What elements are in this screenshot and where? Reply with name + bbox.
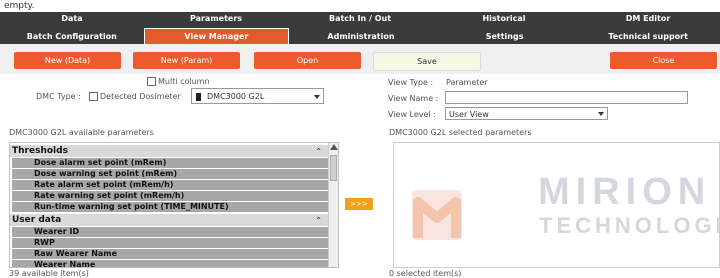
detected-dosimeter-checkbox[interactable]	[89, 92, 98, 101]
top-strip-text: empty.	[4, 1, 35, 11]
collapse-icon[interactable]: ⌃	[315, 215, 322, 227]
nav-item-dm-editor[interactable]: DM Editor	[576, 12, 720, 26]
scroll-up-icon[interactable]	[330, 144, 338, 150]
move-to-selected-button[interactable]: >>>	[345, 198, 373, 210]
close-button[interactable]: Close	[610, 52, 717, 69]
nav-item-data[interactable]: Data	[0, 12, 144, 26]
selected-count: 0 selected item(s)	[389, 269, 462, 278]
brand-tagline: TECHNOLOGIES	[539, 213, 719, 238]
view-name-label: View Name :	[388, 94, 439, 103]
list-item[interactable]: Run-time warning set point (TIME_MINUTE)	[12, 202, 332, 212]
detected-dosimeter-option[interactable]: Detected Dosimeter	[89, 92, 181, 101]
view-level-select[interactable]: User View	[445, 107, 608, 120]
group-header-user-data[interactable]: User data ⌃	[10, 214, 338, 226]
list-item[interactable]: Dose alarm set point (mRem)	[12, 158, 332, 168]
scrollbar-thumb[interactable]	[330, 155, 337, 181]
nav-item-batch-configuration[interactable]: Batch Configuration	[0, 30, 144, 44]
brand-wordmark: MIRION	[538, 171, 712, 213]
available-parameters-list[interactable]: Thresholds ⌃ Dose alarm set point (mRem)…	[9, 142, 339, 268]
available-count: 39 available item(s)	[9, 269, 89, 278]
multi-column-label: Multi column	[158, 77, 210, 86]
view-type-value: Parameter	[446, 78, 488, 87]
open-button[interactable]: Open	[254, 52, 361, 69]
dmc-type-label: DMC Type :	[36, 92, 81, 101]
nav-item-parameters[interactable]: Parameters	[144, 12, 288, 26]
nav-item-view-manager[interactable]: View Manager	[143, 27, 290, 45]
list-item[interactable]: RWP	[12, 238, 332, 248]
nav-bar-secondary: Batch Configuration View Manager Adminis…	[0, 27, 720, 45]
new-data-button[interactable]: New (Data)	[14, 52, 121, 69]
mirion-logo-icon	[412, 190, 462, 240]
available-parameters-title: DMC3000 G2L available parameters	[9, 128, 154, 137]
chevron-down-icon	[598, 112, 604, 116]
list-item[interactable]: Wearer ID	[12, 227, 332, 237]
nav-item-technical-support[interactable]: Technical support	[576, 30, 720, 44]
chevron-down-icon	[314, 95, 320, 99]
list-item[interactable]: Wearer Name	[12, 260, 332, 267]
list-item[interactable]: Dose warning set point (mRem)	[12, 169, 332, 179]
dosimeter-select[interactable]: DMC3000 G2L	[191, 88, 324, 104]
list-item[interactable]: Raw Wearer Name	[12, 249, 332, 259]
view-level-value: User View	[449, 110, 489, 119]
nav-item-batch-in-out[interactable]: Batch In / Out	[288, 12, 432, 26]
group-title: User data	[12, 215, 62, 225]
nav-item-administration[interactable]: Administration	[289, 30, 433, 44]
collapse-icon[interactable]: ⌃	[315, 146, 322, 158]
detected-dosimeter-label: Detected Dosimeter	[100, 92, 181, 101]
new-param-button[interactable]: New (Param)	[133, 52, 240, 69]
multi-column-checkbox[interactable]	[147, 77, 156, 86]
multi-column-option[interactable]: Multi column	[147, 77, 210, 86]
selected-parameters-title: DMC3000 G2L selected parameters	[389, 128, 532, 137]
top-strip: empty.	[0, 0, 720, 12]
selected-parameters-panel: MIRION TECHNOLOGIES	[393, 142, 720, 268]
list-item[interactable]: Rate warning set point (mRem/h)	[12, 191, 332, 201]
list-item[interactable]: Rate alarm set point (mRem/h)	[12, 180, 332, 190]
view-level-label: View Level :	[388, 110, 436, 119]
view-type-label: View Type :	[388, 78, 434, 87]
save-button[interactable]: Save	[373, 52, 481, 71]
nav-bar-primary: Data Parameters Batch In / Out Historica…	[0, 12, 720, 26]
dosimeter-icon	[196, 92, 201, 101]
nav-item-settings[interactable]: Settings	[433, 30, 577, 44]
group-header-thresholds[interactable]: Thresholds ⌃	[10, 145, 338, 157]
dosimeter-select-value: DMC3000 G2L	[207, 92, 265, 101]
list-scrollbar[interactable]	[328, 143, 338, 267]
group-title: Thresholds	[12, 146, 68, 156]
nav-item-historical[interactable]: Historical	[432, 12, 576, 26]
view-name-input[interactable]	[445, 91, 688, 104]
